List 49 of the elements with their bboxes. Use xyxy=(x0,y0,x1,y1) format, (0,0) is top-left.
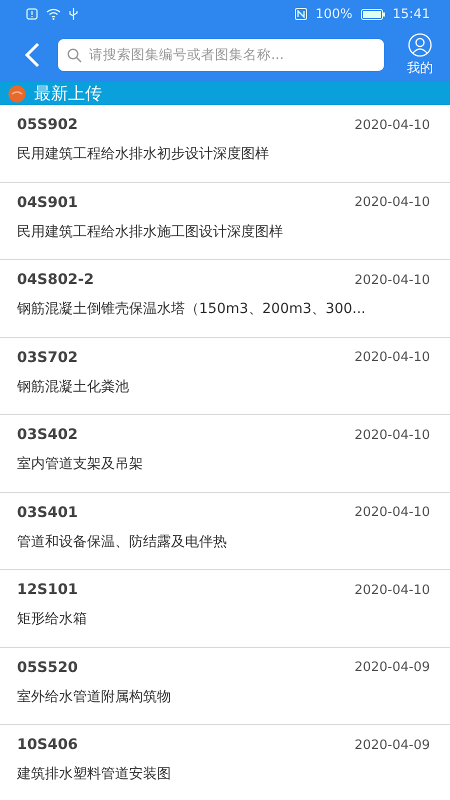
item-code: 12S101 xyxy=(17,582,78,598)
item-title: 钢筋混凝土倒锥壳保温水塔（150m3、200m3、300... xyxy=(17,300,367,318)
search-icon xyxy=(67,48,82,62)
item-code: 03S401 xyxy=(17,504,78,520)
item-code: 05S902 xyxy=(17,117,78,133)
list-item[interactable]: 03S401 2020-04-10 管道和设备保温、防结露及电伴热 xyxy=(0,492,450,570)
search-field[interactable]: 请搜索图集编号或者图集名称... xyxy=(58,39,384,71)
item-date: 2020-04-10 xyxy=(354,272,430,288)
clock: 15:41 xyxy=(392,6,430,22)
item-title: 管道和设备保温、防结露及电伴热 xyxy=(17,532,228,550)
item-date: 2020-04-09 xyxy=(354,660,430,675)
wifi-icon xyxy=(46,8,61,20)
item-code: 03S402 xyxy=(17,427,78,443)
profile-button[interactable]: 我的 xyxy=(398,33,442,77)
list-item[interactable]: 12S101 2020-04-10 矩形给水箱 xyxy=(0,570,450,648)
section-icon xyxy=(8,84,26,102)
list-item[interactable]: 03S702 2020-04-10 钢筋混凝土化粪池 xyxy=(0,338,450,415)
usb-icon xyxy=(69,8,78,20)
item-date: 2020-04-10 xyxy=(354,350,430,365)
battery-percent: 100% xyxy=(315,6,353,22)
item-date: 2020-04-10 xyxy=(354,428,430,442)
list-item[interactable]: 04S802-2 2020-04-10 钢筋混凝土倒锥壳保温水塔（150m3、200m3、300... xyxy=(0,260,450,338)
list-item[interactable]: 05S902 2020-04-10 民用建筑工程给水排水初步设计深度图样 xyxy=(0,105,450,182)
item-date: 2020-04-10 xyxy=(354,195,430,210)
item-code: 04S901 xyxy=(17,194,78,210)
list-item[interactable]: 03S402 2020-04-10 室内管道支架及吊架 xyxy=(0,415,450,492)
section-title: 最新上传 xyxy=(34,83,102,105)
item-code: 04S802-2 xyxy=(17,272,94,288)
battery-icon xyxy=(360,8,385,20)
alert-icon xyxy=(26,8,38,20)
item-title: 建筑排水塑料管道安装图 xyxy=(17,765,172,783)
item-title: 室内管道支架及吊架 xyxy=(17,455,144,473)
user-icon xyxy=(408,33,432,57)
item-date: 2020-04-10 xyxy=(354,505,430,520)
item-title: 室外给水管道附属构筑物 xyxy=(17,688,172,706)
nfc-icon xyxy=(295,8,308,20)
item-date: 2020-04-09 xyxy=(354,738,430,752)
item-code: 10S406 xyxy=(17,737,78,753)
item-title: 钢筋混凝土化粪池 xyxy=(17,378,130,396)
item-title: 民用建筑工程给水排水初步设计深度图样 xyxy=(17,145,270,163)
list-item[interactable]: 10S406 2020-04-09 建筑排水塑料管道安装图 xyxy=(0,725,450,800)
item-code: 03S702 xyxy=(17,350,78,366)
list-item[interactable]: 04S901 2020-04-10 民用建筑工程给水排水施工图设计深度图样 xyxy=(0,182,450,260)
item-code: 05S520 xyxy=(17,660,78,676)
item-title: 民用建筑工程给水排水施工图设计深度图样 xyxy=(17,222,284,240)
item-title: 矩形给水箱 xyxy=(17,610,88,628)
item-date: 2020-04-10 xyxy=(354,118,430,132)
list-item[interactable]: 05S520 2020-04-09 室外给水管道附属构筑物 xyxy=(0,648,450,725)
item-date: 2020-04-10 xyxy=(354,582,430,598)
